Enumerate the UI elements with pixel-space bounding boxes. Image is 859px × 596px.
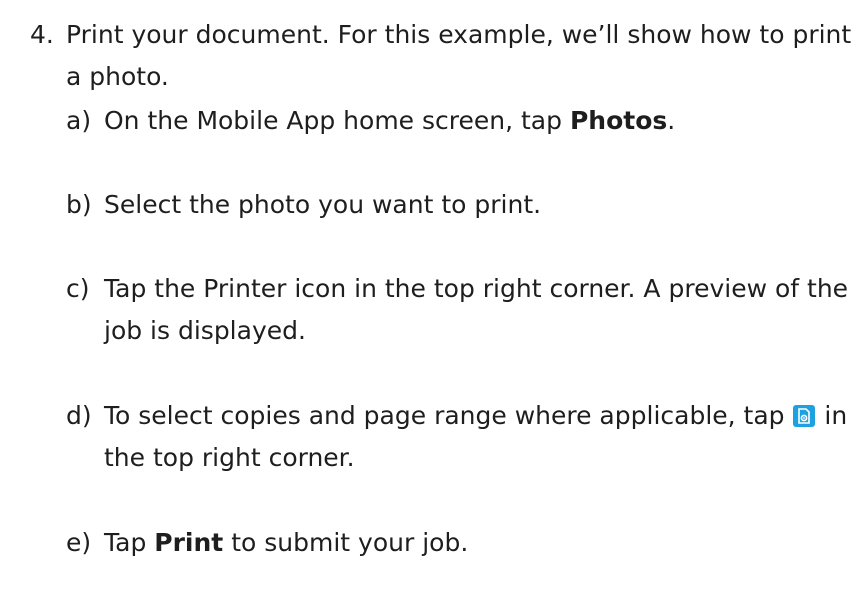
print-label: Print — [154, 528, 224, 557]
substep-marker: e) — [66, 528, 92, 557]
photos-label: Photos — [569, 106, 668, 135]
substep-text: Tap the Printer icon in the top right co… — [104, 274, 849, 345]
substep-text-before: Tap — [104, 528, 155, 557]
substep-text-after: . — [667, 106, 676, 135]
substep-text: Select the photo you want to print. — [104, 190, 542, 219]
substep-marker: c) — [66, 274, 90, 303]
substep-text-before: To select copies and page range where ap… — [104, 401, 793, 430]
substep-text-after: to submit your job. — [223, 528, 469, 557]
substep-marker: b) — [66, 190, 92, 219]
step-text: Print your document. For this example, w… — [66, 20, 852, 91]
substep-marker: d) — [66, 401, 92, 430]
substep-marker: a) — [66, 106, 92, 135]
substep-text-before: On the Mobile App home screen, tap — [104, 106, 570, 135]
settings-document-icon — [793, 405, 816, 427]
step-number: 4. — [30, 20, 54, 49]
substep-text: Tap Print to submit your job. — [104, 522, 856, 564]
substep-text: On the Mobile App home screen, tap Photo… — [104, 100, 856, 142]
instruction-page: 4. Print your document. For this example… — [0, 0, 859, 596]
substep-text: To select copies and page range where ap… — [104, 395, 856, 479]
